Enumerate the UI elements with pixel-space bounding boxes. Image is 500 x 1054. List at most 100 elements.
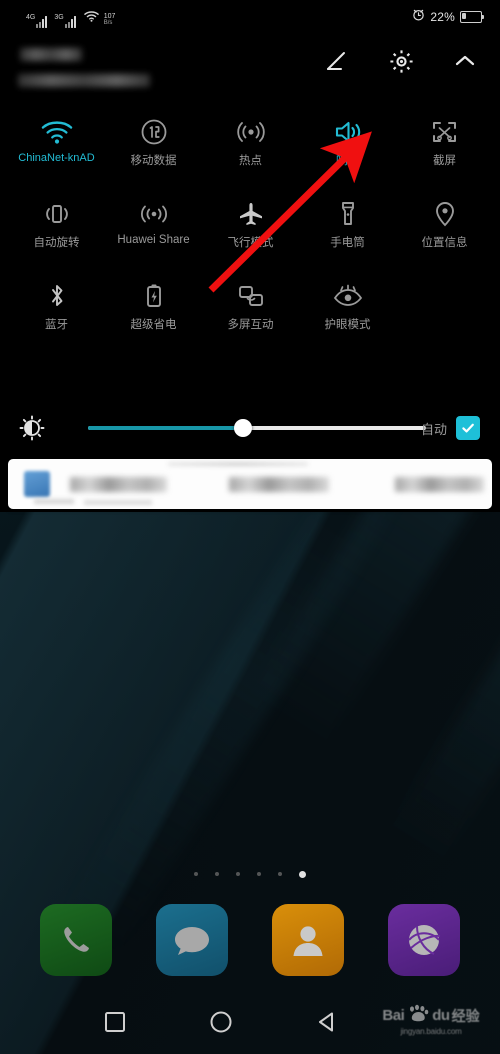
wifi-icon (41, 110, 73, 154)
app-dock (0, 897, 500, 983)
notification-header-redacted (168, 462, 308, 466)
alarm-clock-icon (412, 8, 425, 26)
tile-mobile-data[interactable]: 移动数据 (105, 110, 202, 192)
watermark-brand-cn: 经验 (451, 1007, 480, 1024)
tile-label: ChinaNet-knAD (18, 152, 95, 164)
messages-icon (175, 927, 209, 955)
tile-label: 响铃 (336, 155, 359, 167)
watermark-url: jingyan.baidu.com (400, 1027, 462, 1036)
tile-label: 位置信息 (421, 237, 468, 249)
slider-thumb[interactable] (234, 419, 253, 437)
gear-icon[interactable] (384, 44, 418, 78)
dock-app-browser[interactable] (388, 904, 460, 976)
page-dot-active[interactable] (299, 870, 306, 878)
page-dot[interactable] (215, 872, 219, 876)
status-bar: 4G 3G 107 B/s 22% (0, 0, 500, 34)
battery-percentage-label: 22% (430, 10, 455, 24)
notification-text-redacted (395, 476, 484, 492)
tile-bluetooth[interactable]: 蓝牙 (8, 274, 105, 356)
recents-button[interactable] (70, 1000, 160, 1044)
signal-2-generation-label: 3G (54, 14, 64, 21)
page-dot[interactable] (278, 872, 282, 876)
notification-subtext-redacted (34, 499, 74, 504)
network-speed-indicator: 107 B/s (104, 13, 116, 27)
edit-pencil-icon[interactable] (320, 44, 354, 78)
notification-app-icon (24, 471, 50, 497)
phone-screen: 4G 3G 107 B/s 22% ChinaNet-knAD 移动数据 热点 … (0, 0, 500, 1054)
tile-label: 飞行模式 (227, 237, 274, 249)
tile-hotspot[interactable]: 热点 (202, 110, 299, 192)
watermark-brand: Bai (382, 1007, 405, 1024)
slider-fill (88, 426, 244, 430)
signal-indicator-2: 3G (54, 14, 76, 28)
network-speed-unit: B/s (103, 20, 113, 26)
dock-app-contacts[interactable] (272, 904, 344, 976)
page-indicator-dots (0, 869, 500, 879)
tile-label: 截屏 (433, 155, 456, 167)
notification-card[interactable] (8, 459, 492, 509)
tile-eye-comfort[interactable]: 护眼模式 (299, 274, 396, 356)
tile-wifi[interactable]: ChinaNet-knAD (8, 110, 105, 192)
tile-airplane-mode[interactable]: 飞行模式 (202, 192, 299, 274)
battery-icon (460, 11, 484, 23)
quick-settings-tiles: ChinaNet-knAD 移动数据 热点 响铃 截屏 自动旋转 Huawei … (0, 110, 500, 356)
paw-print-icon (406, 1004, 430, 1027)
location-pin-icon (434, 192, 456, 236)
tile-label: 自动旋转 (33, 237, 80, 249)
huawei-share-icon (139, 192, 169, 236)
quick-settings-panel: 4G 3G 107 B/s 22% ChinaNet-knAD 移动数据 热点 … (0, 0, 500, 512)
bluetooth-icon (46, 274, 68, 318)
tile-ring-sound[interactable]: 响铃 (299, 110, 396, 192)
back-button[interactable] (282, 1000, 372, 1044)
brightness-icon (0, 415, 64, 441)
hotspot-icon (236, 110, 266, 154)
circle-home-icon (210, 1011, 232, 1033)
airplane-mode-icon (237, 192, 265, 236)
panel-header (0, 36, 500, 102)
wifi-icon (83, 9, 99, 27)
tile-row-1: ChinaNet-knAD 移动数据 热点 响铃 截屏 (0, 110, 500, 192)
tile-label: Huawei Share (117, 234, 190, 246)
multi-screen-icon (236, 274, 266, 318)
tile-label: 蓝牙 (45, 319, 68, 331)
browser-icon (408, 925, 441, 955)
tile-row-2: 自动旋转 Huawei Share 飞行模式 手电筒 位置信息 (0, 192, 500, 274)
tile-row-3: 蓝牙 超级省电 多屏互动 护眼模式 (0, 274, 500, 356)
contacts-icon (293, 926, 323, 956)
signal-indicator-1: 4G (26, 14, 48, 28)
tile-label: 多屏互动 (227, 319, 274, 331)
notification-text-redacted (228, 476, 330, 492)
baidu-jingyan-watermark: Bai du 经验 jingyan.baidu.com (372, 998, 490, 1042)
tile-screenshot[interactable]: 截屏 (396, 110, 493, 192)
tile-huawei-share[interactable]: Huawei Share (105, 192, 202, 274)
tile-label: 手电筒 (330, 237, 365, 249)
triangle-back-icon (319, 1012, 333, 1032)
tile-super-power-saving[interactable]: 超级省电 (105, 274, 202, 356)
notification-subtext-redacted (84, 500, 152, 505)
tile-flashlight[interactable]: 手电筒 (299, 192, 396, 274)
tile-empty-slot (396, 274, 493, 356)
auto-brightness-label: 自动 (420, 421, 447, 437)
dock-app-messages[interactable] (156, 904, 228, 976)
mobile-data-icon (140, 110, 168, 154)
tile-multi-screen[interactable]: 多屏互动 (202, 274, 299, 356)
date-text-redacted (18, 74, 150, 87)
network-speed-value: 107 (103, 13, 116, 20)
flashlight-icon (337, 192, 359, 236)
sound-ring-icon (333, 110, 363, 154)
page-dot[interactable] (194, 872, 198, 876)
home-button[interactable] (176, 1000, 266, 1044)
screenshot-icon (430, 110, 459, 154)
tile-location[interactable]: 位置信息 (396, 192, 493, 274)
notification-text-redacted (70, 476, 167, 492)
square-recents-icon (105, 1012, 125, 1032)
tile-label: 护眼模式 (324, 319, 371, 331)
tile-auto-rotate[interactable]: 自动旋转 (8, 192, 105, 274)
page-dot[interactable] (257, 872, 261, 876)
brightness-slider[interactable]: 自动 (64, 416, 494, 440)
page-dot[interactable] (236, 872, 240, 876)
auto-brightness-checkbox[interactable] (456, 416, 480, 440)
dock-app-phone[interactable] (40, 904, 112, 976)
watermark-brand-suffix: du (432, 1007, 450, 1024)
chevron-up-icon[interactable] (448, 44, 482, 78)
